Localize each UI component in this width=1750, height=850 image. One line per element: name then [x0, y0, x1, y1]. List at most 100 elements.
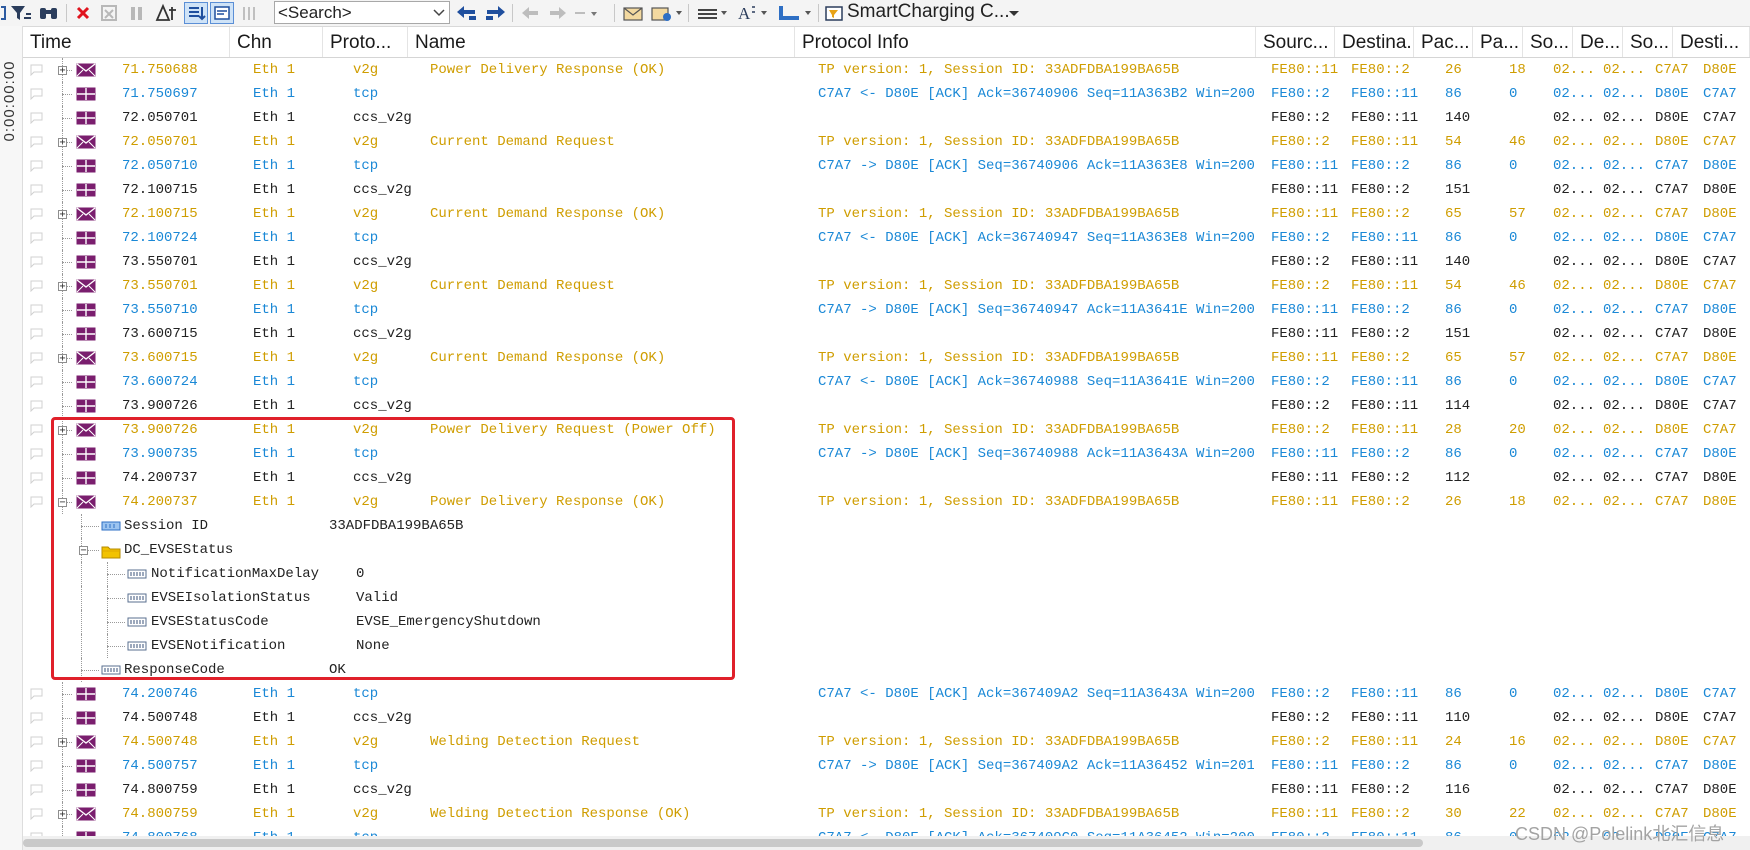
expand-icon[interactable]: + [58, 810, 67, 820]
bookmark-flag-icon[interactable] [30, 496, 43, 508]
bookmark-flag-icon[interactable] [30, 760, 43, 772]
detail-row[interactable]: EVSEIsolationStatus Valid [23, 586, 1750, 610]
column-header-de[interactable]: De... [1573, 27, 1623, 57]
expand-icon[interactable]: + [58, 210, 67, 220]
forward-arrow-icon[interactable] [546, 2, 570, 24]
expand-icon[interactable]: + [58, 738, 67, 748]
column-header-info[interactable]: Protocol Info [795, 27, 1256, 57]
overflow-icon[interactable] [0, 2, 6, 24]
collapse-icon[interactable]: − [79, 546, 88, 556]
trace-row[interactable]: 74.500748 Eth 1 ccs_v2g FE80::2 FE80::11 110 0… [23, 706, 1750, 730]
trace-row[interactable]: 73.550710 Eth 1 tcp C7A7 -> D80E [ACK] Seq=… [23, 298, 1750, 322]
column-header-pa[interactable]: Pa... [1473, 27, 1523, 57]
bookmark-flag-icon[interactable] [30, 112, 43, 124]
expand-icon[interactable]: + [58, 426, 67, 436]
detail-view-icon[interactable] [210, 2, 234, 24]
trace-row[interactable]: 73.900726 Eth 1 ccs_v2g FE80::2 FE80::11 114 0… [23, 394, 1750, 418]
timeline-gutter[interactable]: 0:00:00:00 [0, 26, 23, 850]
trace-row[interactable]: +72.100715 Eth 1 v2g Current Demand Respons… [23, 202, 1750, 226]
column-header-name[interactable]: Name [408, 27, 795, 57]
trace-row[interactable]: − 74.200737 Eth 1 v2g Power Delivery Respons… [23, 490, 1750, 514]
expand-icon[interactable]: + [58, 282, 67, 292]
trace-row[interactable]: 71.750697 Eth 1 tcp C7A7 <- D80E [ACK] Ack=… [23, 82, 1750, 106]
expand-icon[interactable]: + [58, 138, 67, 148]
trace-row[interactable]: 72.100724 Eth 1 tcp C7A7 <- D80E [ACK] Ack=… [23, 226, 1750, 250]
detail-row[interactable]: NotificationMaxDelay 0 [23, 562, 1750, 586]
trace-row[interactable]: 72.050701 Eth 1 ccs_v2g FE80::2 FE80::11 140 0… [23, 106, 1750, 130]
bookmark-flag-icon[interactable] [30, 160, 43, 172]
envelope-icon[interactable] [620, 2, 646, 24]
bookmark-flag-icon[interactable] [30, 472, 43, 484]
bookmark-flag-icon[interactable] [30, 376, 43, 388]
column-header-dst[interactable]: Destina... [1335, 27, 1414, 57]
bookmark-flag-icon[interactable] [30, 448, 43, 460]
back-arrow-icon[interactable] [518, 2, 542, 24]
bookmark-flag-icon[interactable] [30, 280, 43, 292]
column-header-so2[interactable]: So... [1623, 27, 1673, 57]
trace-row[interactable]: 73.900735 Eth 1 tcp C7A7 -> D80E [ACK] Seq=… [23, 442, 1750, 466]
horizontal-scrollbar[interactable] [23, 836, 1750, 850]
funnel-filter-icon[interactable] [8, 2, 34, 24]
detail-row[interactable]: ResponseCode OK [23, 658, 1750, 682]
layout-icon[interactable] [774, 2, 814, 24]
trace-row[interactable]: 73.600715 Eth 1 ccs_v2g FE80::11 FE80::2 151 0… [23, 322, 1750, 346]
detail-row[interactable]: EVSENotification None [23, 634, 1750, 658]
font-icon[interactable]: A [734, 2, 770, 24]
expand-icon[interactable]: + [58, 66, 67, 76]
autoscroll-icon[interactable] [184, 2, 208, 24]
trace-row[interactable]: 74.200746 Eth 1 tcp C7A7 <- D80E [ACK] Ack=… [23, 682, 1750, 706]
bookmark-flag-icon[interactable] [30, 64, 43, 76]
bookmark-flag-icon[interactable] [30, 232, 43, 244]
bookmark-flag-icon[interactable] [30, 88, 43, 100]
bookmark-flag-icon[interactable] [30, 712, 43, 724]
trace-row[interactable]: +74.800759 Eth 1 v2g Welding Detection Resp… [23, 802, 1750, 826]
column-header-desti[interactable]: Desti... [1673, 27, 1750, 57]
filter-config-icon[interactable] [822, 2, 846, 24]
column-header-src[interactable]: Sourc... [1256, 27, 1335, 57]
bookmark-flag-icon[interactable] [30, 784, 43, 796]
detail-row[interactable]: EVSEStatusCode EVSE_EmergencyShutdown [23, 610, 1750, 634]
bookmark-menu-icon[interactable] [570, 2, 600, 24]
bookmark-flag-icon[interactable] [30, 352, 43, 364]
scrollbar-thumb[interactable] [23, 839, 1423, 847]
bookmark-flag-icon[interactable] [30, 184, 43, 196]
trace-row[interactable]: +73.600715 Eth 1 v2g Current Demand Respons… [23, 346, 1750, 370]
pause-icon[interactable] [126, 2, 146, 24]
trace-row[interactable]: 73.600724 Eth 1 tcp C7A7 <- D80E [ACK] Ack=… [23, 370, 1750, 394]
bookmark-flag-icon[interactable] [30, 304, 43, 316]
find-previous-icon[interactable] [454, 2, 480, 24]
trace-row[interactable]: 72.100715 Eth 1 ccs_v2g FE80::11 FE80::2 151 0… [23, 178, 1750, 202]
bookmark-flag-icon[interactable] [30, 736, 43, 748]
column-header-time[interactable]: Time [23, 27, 230, 57]
bookmark-flag-icon[interactable] [30, 208, 43, 220]
detail-row[interactable]: − DC_EVSEStatus [23, 538, 1750, 562]
bookmark-flag-icon[interactable] [30, 400, 43, 412]
trace-row[interactable]: +73.900726 Eth 1 v2g Power Delivery Request… [23, 418, 1750, 442]
trace-row[interactable]: +72.050701 Eth 1 v2g Current Demand Request… [23, 130, 1750, 154]
bookmark-flag-icon[interactable] [30, 328, 43, 340]
search-dropdown-icon[interactable] [430, 2, 448, 23]
filter-dropdown-icon[interactable] [1006, 2, 1022, 24]
delete-icon[interactable] [72, 2, 94, 24]
filter-name-label[interactable]: SmartCharging C... [847, 0, 1010, 24]
column-header-so1[interactable]: So... [1523, 27, 1573, 57]
bookmark-flag-icon[interactable] [30, 808, 43, 820]
bookmark-flag-icon[interactable] [30, 688, 43, 700]
bookmark-flag-icon[interactable] [30, 136, 43, 148]
trace-row[interactable]: 74.800759 Eth 1 ccs_v2g FE80::11 FE80::2 116 0… [23, 778, 1750, 802]
trace-row[interactable]: 74.200737 Eth 1 ccs_v2g FE80::11 FE80::2 112 0… [23, 466, 1750, 490]
envelope-settings-icon[interactable] [648, 2, 684, 24]
trace-row[interactable]: 74.500757 Eth 1 tcp C7A7 -> D80E [ACK] Seq=… [23, 754, 1750, 778]
clear-disabled-icon[interactable] [98, 2, 122, 24]
expand-icon[interactable]: + [58, 354, 67, 364]
columns-disabled-icon[interactable] [238, 2, 262, 24]
column-header-proto[interactable]: Proto... [323, 27, 408, 57]
delta-time-icon[interactable] [154, 2, 180, 24]
column-header-pac[interactable]: Pac... [1414, 27, 1473, 57]
trace-row[interactable]: 72.050710 Eth 1 tcp C7A7 -> D80E [ACK] Seq=… [23, 154, 1750, 178]
line-style-icon[interactable] [694, 2, 730, 24]
bookmark-flag-icon[interactable] [30, 256, 43, 268]
trace-row[interactable]: +74.500748 Eth 1 v2g Welding Detection Requ… [23, 730, 1750, 754]
search-input[interactable]: <Search> [274, 1, 450, 24]
column-header-chn[interactable]: Chn [230, 27, 323, 57]
